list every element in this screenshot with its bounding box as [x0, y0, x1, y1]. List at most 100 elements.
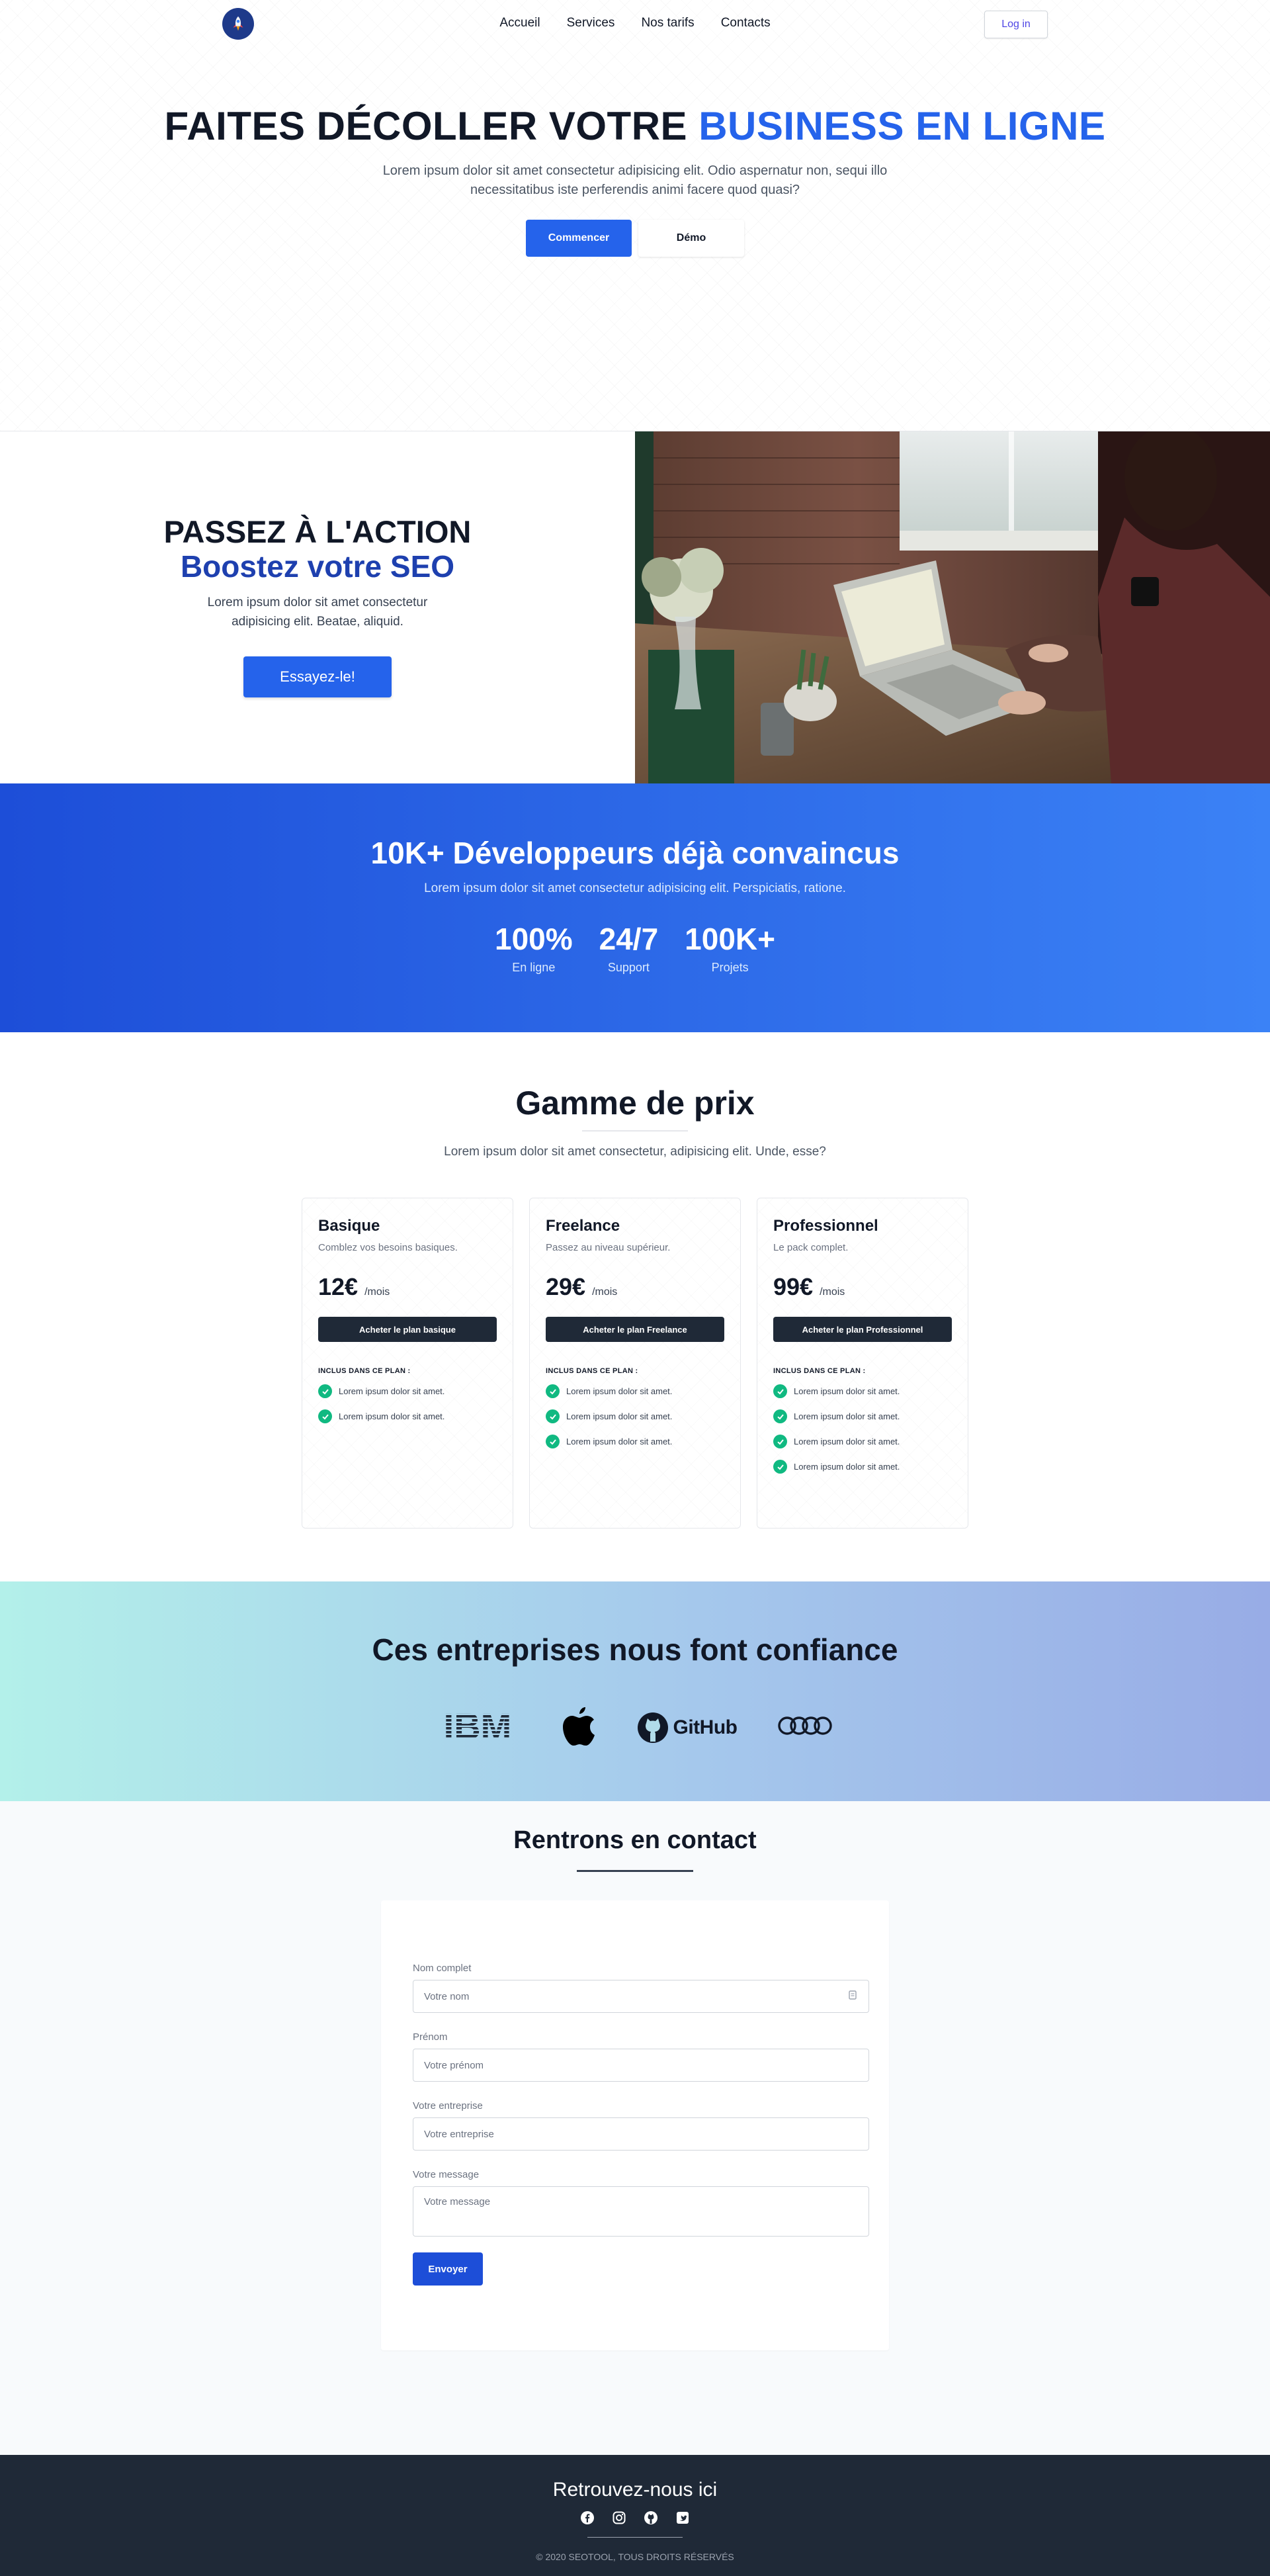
stat-label: Projets — [711, 961, 749, 974]
stats-section: 10K+ Développeurs déjà convaincus Lorem … — [0, 783, 1270, 1032]
company-logos: IBM GitHub — [0, 1705, 1270, 1750]
pricing-title: Gamme de prix — [515, 1085, 755, 1122]
stats-row: 100% En ligne 24/7 Support 100K+ Projets — [0, 922, 1270, 975]
plan-price: 99€ /mois — [773, 1273, 952, 1301]
pricing-card-basique: Basique Comblez vos besoins basiques. 12… — [302, 1198, 513, 1529]
plan-description: Passez au niveau supérieur. — [546, 1242, 671, 1253]
hero-title: FAITES DÉCOLLER VOTRE BUSINESS EN LIGNE — [0, 103, 1270, 149]
list-item: Lorem ipsum dolor sit amet. — [318, 1409, 497, 1423]
plan-amount: 99€ — [773, 1273, 814, 1300]
list-item: Lorem ipsum dolor sit amet. — [773, 1460, 952, 1474]
action-description: Lorem ipsum dolor sit amet consectetur a… — [207, 596, 428, 629]
social-links — [0, 2510, 1270, 2525]
first-name-label: Prénom — [413, 2031, 448, 2043]
github-icon[interactable] — [644, 2510, 658, 2525]
top-navbar: Accueil Services Nos tarifs Contacts Log… — [0, 0, 1270, 50]
plan-period: /mois — [820, 1286, 845, 1298]
action-subtitle: Boostez votre SEO — [180, 549, 455, 584]
facebook-icon[interactable] — [580, 2510, 595, 2525]
feature-text: Lorem ipsum dolor sit amet. — [566, 1437, 673, 1446]
action-title: PASSEZ À L'ACTION — [163, 514, 472, 549]
plan-amount: 29€ — [546, 1273, 586, 1300]
buy-professionnel-button[interactable]: Acheter le plan Professionnel — [773, 1317, 952, 1342]
stat-online: 100% En ligne — [495, 922, 573, 975]
pricing-card-freelance: Freelance Passez au niveau supérieur. 29… — [529, 1198, 741, 1529]
stat-support: 24/7 Support — [599, 922, 659, 975]
full-name-field[interactable]: Votre nom — [413, 1980, 869, 2013]
contact-card-icon — [847, 1990, 858, 2003]
send-button[interactable]: Envoyer — [413, 2252, 483, 2286]
feature-text: Lorem ipsum dolor sit amet. — [794, 1437, 900, 1446]
plan-name: Freelance — [546, 1217, 620, 1235]
buy-basique-button[interactable]: Acheter le plan basique — [318, 1317, 497, 1342]
list-item: Lorem ipsum dolor sit amet. — [546, 1435, 724, 1448]
company-placeholder: Votre entreprise — [424, 2128, 494, 2140]
company-label: Votre entreprise — [413, 2100, 483, 2111]
trust-title: Ces entreprises nous font confiance — [372, 1632, 898, 1667]
nav-link-accueil[interactable]: Accueil — [499, 16, 540, 30]
nav-links: Accueil Services Nos tarifs Contacts — [0, 16, 1270, 30]
apple-logo — [560, 1705, 597, 1750]
hero-description: Lorem ipsum dolor sit amet consectetur a… — [382, 163, 888, 197]
check-circle-icon — [773, 1384, 787, 1398]
pricing-cards: Basique Comblez vos besoins basiques. 12… — [302, 1198, 968, 1529]
list-item: Lorem ipsum dolor sit amet. — [546, 1409, 724, 1423]
message-placeholder: Votre message — [424, 2196, 491, 2207]
message-textarea[interactable]: Votre message — [413, 2186, 869, 2237]
plan-included-label: INCLUS DANS CE PLAN : — [773, 1367, 866, 1375]
company-field[interactable]: Votre entreprise — [413, 2117, 869, 2151]
start-button[interactable]: Commencer — [526, 220, 632, 257]
try-it-button[interactable]: Essayez-le! — [243, 656, 392, 697]
login-button[interactable]: Log in — [984, 11, 1048, 38]
ibm-logo: IBM — [435, 1705, 520, 1748]
github-mark-icon — [637, 1712, 668, 1743]
plan-amount: 12€ — [318, 1273, 359, 1300]
stat-projects: 100K+ Projets — [685, 922, 775, 975]
hero-title-main: FAITES DÉCOLLER VOTRE — [164, 104, 688, 148]
pricing-card-professionnel: Professionnel Le pack complet. 99€ /mois… — [757, 1198, 968, 1529]
nav-link-contacts[interactable]: Contacts — [721, 16, 771, 30]
contact-title: Rentrons en contact — [513, 1826, 757, 1854]
list-item: Lorem ipsum dolor sit amet. — [318, 1384, 497, 1398]
nav-link-services[interactable]: Services — [567, 16, 615, 30]
nav-link-tarifs[interactable]: Nos tarifs — [641, 16, 694, 30]
instagram-icon[interactable] — [612, 2510, 626, 2525]
feature-text: Lorem ipsum dolor sit amet. — [794, 1462, 900, 1472]
plan-price: 29€ /mois — [546, 1273, 724, 1301]
list-item: Lorem ipsum dolor sit amet. — [773, 1384, 952, 1398]
full-name-label: Nom complet — [413, 1963, 472, 1974]
svg-text:IBM: IBM — [443, 1707, 511, 1744]
stat-value: 100% — [494, 922, 573, 956]
stat-value: 100K+ — [685, 922, 776, 956]
hero-section: FAITES DÉCOLLER VOTRE BUSINESS EN LIGNE … — [0, 0, 1270, 431]
hero-title-accent: BUSINESS EN LIGNE — [698, 104, 1106, 148]
first-name-placeholder: Votre prénom — [424, 2059, 484, 2071]
check-circle-icon — [318, 1384, 332, 1398]
plan-period: /mois — [364, 1286, 390, 1298]
buy-freelance-button[interactable]: Acheter le plan Freelance — [546, 1317, 724, 1342]
stat-label: Support — [607, 961, 650, 974]
action-section: PASSEZ À L'ACTION Boostez votre SEO Lore… — [0, 431, 1270, 783]
plan-features: Lorem ipsum dolor sit amet. Lorem ipsum … — [546, 1384, 724, 1448]
stats-description: Lorem ipsum dolor sit amet consectetur a… — [424, 881, 846, 895]
feature-text: Lorem ipsum dolor sit amet. — [794, 1386, 900, 1396]
first-name-field[interactable]: Votre prénom — [413, 2049, 869, 2082]
plan-description: Le pack complet. — [773, 1242, 849, 1253]
pricing-divider — [582, 1130, 688, 1132]
stat-value: 24/7 — [599, 922, 659, 956]
check-circle-icon — [546, 1435, 560, 1448]
check-circle-icon — [318, 1409, 332, 1423]
contact-form: Nom complet Votre nom Prénom Votre préno… — [381, 1900, 889, 2350]
audi-logo — [777, 1712, 835, 1742]
list-item: Lorem ipsum dolor sit amet. — [773, 1409, 952, 1423]
list-item: Lorem ipsum dolor sit amet. — [546, 1384, 724, 1398]
plan-description: Comblez vos besoins basiques. — [318, 1242, 458, 1253]
plan-price: 12€ /mois — [318, 1273, 497, 1301]
twitter-icon[interactable] — [675, 2510, 690, 2525]
plan-features: Lorem ipsum dolor sit amet. Lorem ipsum … — [318, 1384, 497, 1423]
feature-text: Lorem ipsum dolor sit amet. — [794, 1411, 900, 1421]
hero-buttons: Commencer Démo — [0, 220, 1270, 257]
stat-label: En ligne — [512, 961, 556, 974]
plan-included-label: INCLUS DANS CE PLAN : — [318, 1367, 411, 1375]
demo-button[interactable]: Démo — [638, 220, 744, 257]
